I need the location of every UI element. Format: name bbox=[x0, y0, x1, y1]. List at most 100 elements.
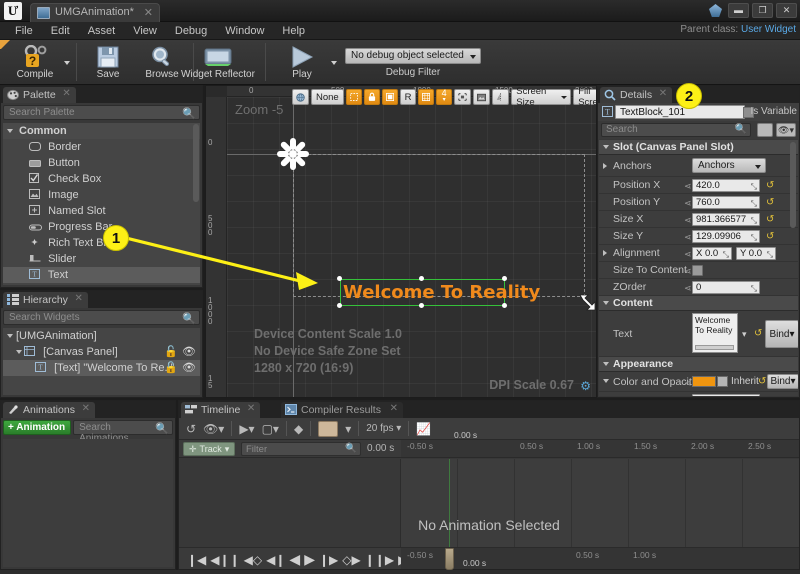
spinner-icon-posy[interactable]: ⤡ bbox=[751, 198, 757, 210]
step-back-section-icon[interactable]: ◀❙❙ bbox=[210, 553, 239, 567]
menu-debug[interactable]: Debug bbox=[166, 24, 216, 38]
opacity-swatch[interactable] bbox=[717, 376, 728, 387]
hierarchy-node-root[interactable]: [UMGAnimation] bbox=[3, 328, 200, 344]
eye-icon-text[interactable]: 👁 bbox=[182, 360, 196, 376]
step-forward-section-icon[interactable]: ❙❙▶ bbox=[365, 553, 394, 567]
zorder-input[interactable]: 0 ⤡ bbox=[692, 281, 760, 294]
animations-list[interactable] bbox=[3, 439, 173, 567]
palette-item-check-box[interactable]: Check Box bbox=[3, 171, 200, 187]
size-y-input[interactable]: 129.09906 ⤡ bbox=[692, 230, 760, 243]
minimize-button[interactable]: ▬ bbox=[728, 3, 749, 18]
details-search-input[interactable]: Search 🔍 bbox=[601, 123, 751, 137]
position-x-input[interactable]: 420.0 ⤡ bbox=[692, 179, 760, 192]
tab-palette[interactable]: Palette ✕ bbox=[3, 87, 76, 103]
fit-to-screen-button[interactable] bbox=[454, 89, 471, 105]
palette-item-button[interactable]: Button bbox=[3, 155, 200, 171]
spinner-icon-sizey[interactable]: ⤡ bbox=[751, 232, 757, 244]
play-options-icon[interactable]: ▶▾ bbox=[239, 422, 254, 436]
tab-hierarchy-close-icon[interactable]: ✕ bbox=[75, 293, 83, 304]
text-dropdown-icon[interactable]: ▾ bbox=[742, 329, 747, 340]
timeline-track-list[interactable] bbox=[179, 459, 401, 547]
menu-view[interactable]: View bbox=[124, 24, 166, 38]
menu-window[interactable]: Window bbox=[216, 24, 273, 38]
mirror-toggle[interactable] bbox=[492, 89, 509, 105]
reset-icon-posx[interactable]: ↺ bbox=[766, 180, 774, 191]
globe-icon-button[interactable] bbox=[292, 89, 309, 105]
binding-icon-sizey[interactable]: ⋖ bbox=[684, 232, 692, 243]
widget-reflector-button[interactable]: Widget Reflector bbox=[175, 41, 261, 80]
spinner-icon-sizex[interactable]: ⤡ bbox=[751, 215, 757, 227]
layout-toggle[interactable] bbox=[382, 89, 398, 105]
hierarchy-node-canvas-panel[interactable]: [Canvas Panel] 🔓 👁 bbox=[3, 344, 200, 360]
step-back-icon[interactable]: ◀❙ bbox=[266, 553, 285, 567]
reset-icon-r[interactable]: ↺ bbox=[766, 395, 774, 396]
curve-editor-icon[interactable]: 📈 bbox=[416, 422, 431, 436]
palette-item-slider[interactable]: Slider bbox=[3, 251, 200, 267]
play-reverse-icon[interactable]: ◀ bbox=[289, 551, 300, 568]
maximize-button[interactable]: ❐ bbox=[752, 3, 773, 18]
snap-dropdown-icon[interactable]: ▾ bbox=[345, 422, 351, 436]
palette-item-text-box[interactable]: Text Box bbox=[3, 283, 200, 285]
resize-handle-tc[interactable] bbox=[419, 276, 424, 281]
palette-item-progress-bar[interactable]: Progress Bar bbox=[3, 219, 200, 235]
resize-handle-bl[interactable] bbox=[337, 303, 342, 308]
binding-icon-stc[interactable]: ⋖ bbox=[684, 266, 692, 277]
animations-search-input[interactable]: Search Animations 🔍 bbox=[73, 420, 173, 435]
color-swatch[interactable] bbox=[692, 376, 716, 387]
snap-mode-button[interactable] bbox=[318, 421, 338, 437]
visibility-filter-button[interactable]: 👁▾ bbox=[776, 123, 796, 137]
add-track-button[interactable]: ✛ Track ▾ bbox=[183, 442, 235, 456]
tab-details-close-icon[interactable]: ✕ bbox=[659, 88, 667, 99]
debug-object-select[interactable]: No debug object selected bbox=[345, 48, 481, 64]
binding-icon-align[interactable]: ⋖ bbox=[684, 249, 692, 260]
binding-icon-sizex[interactable]: ⋖ bbox=[684, 215, 692, 226]
alignment-y-input[interactable]: Y 0.0 ⤡ bbox=[736, 247, 776, 260]
text-scrollbar[interactable] bbox=[695, 345, 734, 350]
next-key-icon[interactable]: ◇▶ bbox=[342, 553, 360, 567]
timeline-grid[interactable] bbox=[401, 459, 799, 547]
play-forward-icon[interactable]: ▶ bbox=[304, 551, 315, 568]
fps-select[interactable]: 20 fps ▾ bbox=[366, 423, 401, 434]
resize-handle-bc[interactable] bbox=[419, 303, 424, 308]
compile-dropdown-icon[interactable] bbox=[64, 61, 70, 65]
menu-edit[interactable]: Edit bbox=[42, 24, 79, 38]
eye-options-icon[interactable]: 👁▾ bbox=[203, 422, 224, 436]
tab-compiler-results[interactable]: Compiler Results ✕ bbox=[281, 402, 403, 418]
size-x-input[interactable]: 981.366577 ⤡ bbox=[692, 213, 760, 226]
palette-item-named-slot[interactable]: Named Slot bbox=[3, 203, 200, 219]
reset-icon-text[interactable]: ↺ bbox=[754, 328, 762, 339]
section-slot[interactable]: Slot (Canvas Panel Slot) bbox=[599, 140, 798, 155]
menu-asset[interactable]: Asset bbox=[79, 24, 125, 38]
image-preview-toggle[interactable] bbox=[473, 89, 490, 105]
timeline-filter-input[interactable]: Filter 🔍 bbox=[241, 442, 361, 456]
timeline-playhead[interactable] bbox=[445, 548, 454, 570]
menu-file[interactable]: File bbox=[6, 24, 42, 38]
timeline-bottom-ruler[interactable]: -0.50 s 0.00 s 0.50 s 1.00 s bbox=[401, 548, 799, 569]
play-dropdown-icon[interactable] bbox=[331, 61, 337, 65]
tab-compiler-results-close-icon[interactable]: ✕ bbox=[390, 403, 398, 414]
palette-scrollbar[interactable] bbox=[193, 124, 199, 202]
tab-timeline[interactable]: Timeline ✕ bbox=[181, 402, 260, 418]
rotation-toggle[interactable]: R bbox=[400, 89, 416, 105]
prev-key-icon[interactable]: ◀◇ bbox=[244, 553, 262, 567]
binding-icon-color[interactable]: ⋖ bbox=[684, 378, 692, 389]
zoom-preset-select[interactable]: None bbox=[311, 89, 344, 105]
tab-hierarchy[interactable]: Hierarchy ✕ bbox=[3, 292, 88, 308]
menu-help[interactable]: Help bbox=[273, 24, 314, 38]
palette-item-border[interactable]: Border bbox=[3, 139, 200, 155]
palette-item-text[interactable]: T Text bbox=[3, 267, 200, 283]
lock-icon-text[interactable]: 🔓 bbox=[164, 360, 178, 376]
resize-handle-tr[interactable] bbox=[502, 276, 507, 281]
position-y-input[interactable]: 760.0 ⤡ bbox=[692, 196, 760, 209]
screen-size-select[interactable]: Screen Size bbox=[511, 89, 571, 105]
spinner-icon-alignx[interactable]: ⤡ bbox=[723, 249, 729, 261]
palette-item-rich-text-block[interactable]: Rich Text Block bbox=[3, 235, 200, 251]
tab-timeline-close-icon[interactable]: ✕ bbox=[247, 403, 255, 414]
play-button[interactable]: Play bbox=[275, 41, 329, 80]
canvas-area[interactable]: Zoom -5 Welcome To Reality bbox=[227, 97, 596, 397]
key-interpolation-icon[interactable]: ◆ bbox=[294, 422, 303, 436]
reset-icon-posy[interactable]: ↺ bbox=[766, 197, 774, 208]
eye-icon-canvas[interactable]: 👁 bbox=[182, 344, 196, 360]
binding-icon-posx[interactable]: ⋖ bbox=[684, 181, 692, 192]
binding-icon-zorder[interactable]: ⋖ bbox=[684, 283, 692, 294]
